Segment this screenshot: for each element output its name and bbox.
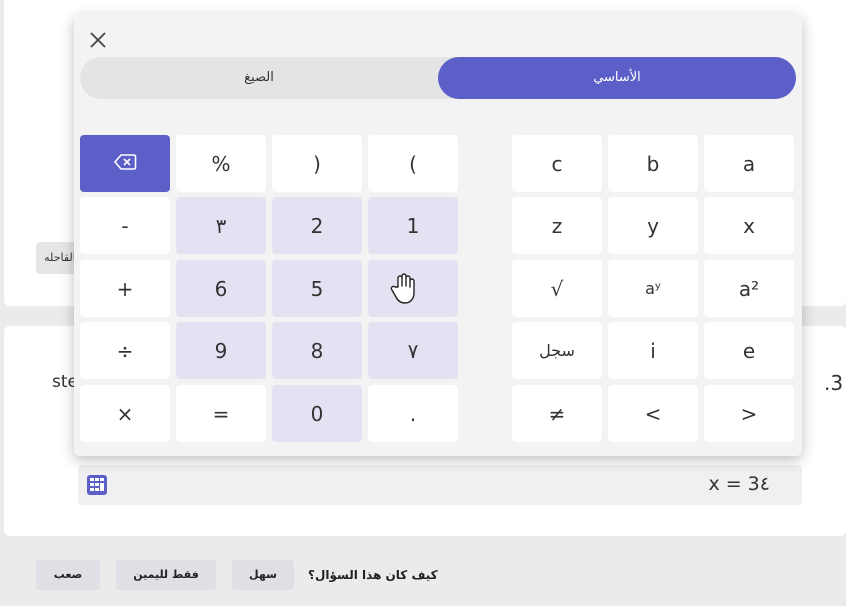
key-decimal[interactable]: . [368,385,458,442]
key-z[interactable]: z [512,197,602,254]
backspace-icon [113,152,137,176]
calculator-tabs: الصيغ الأساسي [80,57,796,99]
key-a-pow-y[interactable]: aʸ [608,260,698,317]
key-b[interactable]: b [608,135,698,192]
calculator-panel: الصيغ الأساسي % ) ( c b a - ٣ 2 1 z y x … [74,14,802,456]
key-log-label: سجل [539,341,575,360]
key-a-pow-y-label: aʸ [645,279,661,298]
key-one[interactable]: 1 [368,197,458,254]
key-two[interactable]: 2 [272,197,362,254]
key-zero[interactable]: 0 [272,385,362,442]
key-eight[interactable]: 8 [272,322,362,379]
key-multiply[interactable]: × [80,385,170,442]
question-number: .3 [824,371,844,395]
feedback-question: كيف كان هذا السؤال؟ [308,568,438,582]
feedback-hard-button[interactable]: صعب [36,560,100,590]
key-a-squared[interactable]: a² [704,260,794,317]
feedback-easy-button[interactable]: سهل [232,560,294,590]
close-icon[interactable] [86,28,110,52]
answer-input[interactable]: x = 3٤ [78,465,802,505]
key-a[interactable]: a [704,135,794,192]
key-e[interactable]: e [704,322,794,379]
key-four[interactable] [368,260,458,317]
backspace-button[interactable] [80,135,170,192]
key-paren-close[interactable]: ) [272,135,362,192]
tab-formulas[interactable]: الصيغ [80,57,438,99]
key-nine[interactable]: 9 [176,322,266,379]
key-less-than[interactable]: < [608,385,698,442]
key-divide[interactable]: ÷ [80,322,170,379]
key-minus[interactable]: - [80,197,170,254]
key-x[interactable]: x [704,197,794,254]
key-seven[interactable]: ٧ [368,322,458,379]
key-log[interactable]: سجل [512,322,602,379]
key-three[interactable]: ٣ [176,197,266,254]
key-five[interactable]: 5 [272,260,362,317]
key-six[interactable]: 6 [176,260,266,317]
key-paren-open[interactable]: ( [368,135,458,192]
key-c[interactable]: c [512,135,602,192]
key-percent[interactable]: % [176,135,266,192]
calculator-icon[interactable] [86,474,108,496]
key-not-equal[interactable]: ≠ [512,385,602,442]
tab-basic[interactable]: الأساسي [438,57,796,99]
key-greater-than[interactable]: > [704,385,794,442]
key-sqrt[interactable]: √ [512,260,602,317]
key-equals[interactable]: = [176,385,266,442]
key-y[interactable]: y [608,197,698,254]
feedback-medium-button[interactable]: فقط لليمين [116,560,216,590]
key-plus[interactable]: + [80,260,170,317]
key-i[interactable]: i [608,322,698,379]
feedback-bar: صعب فقط لليمين سهل كيف كان هذا السؤال؟ [0,546,846,606]
answer-value: x = 3٤ [708,473,770,495]
